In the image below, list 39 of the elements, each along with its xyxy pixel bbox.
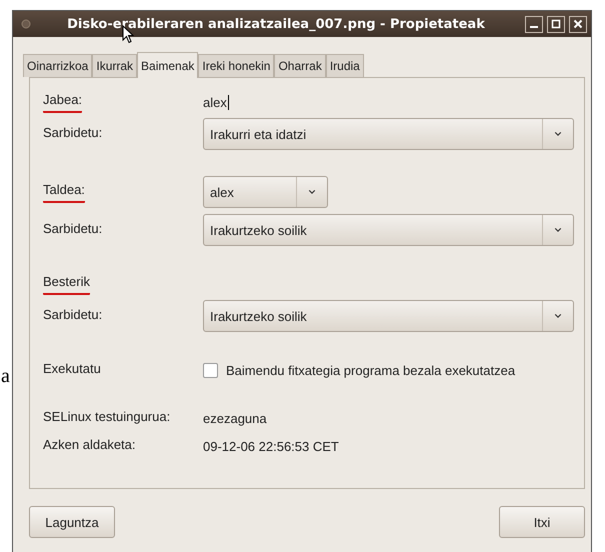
checkbox-label[interactable]: Baimendu fitxategia programa bezala exekutatzea: [226, 362, 516, 378]
dropdown[interactable]: alex: [203, 176, 328, 208]
chevron-down-icon: [553, 130, 563, 138]
dialog-button[interactable]: Itxi: [499, 506, 585, 538]
field-label: Sarbidetu:: [43, 306, 102, 324]
tab[interactable]: Oharrak: [274, 54, 326, 77]
window-maximize-button[interactable]: [547, 16, 565, 32]
chevron-down-icon: [553, 312, 563, 320]
field-label: Jabea:: [43, 92, 82, 112]
tab[interactable]: Baimenak: [137, 52, 198, 78]
field-label: Sarbidetu:: [43, 124, 102, 142]
field-label: Sarbidetu:: [43, 220, 102, 238]
chevron-down-icon: [553, 226, 563, 234]
field-value: alex: [203, 94, 230, 110]
window-title: Disko-erabileraren analizatzailea_007.png - Propietateak: [66, 16, 486, 32]
minimize-icon: [530, 26, 538, 28]
field-label: Taldea:: [43, 182, 85, 202]
window-minimize-button[interactable]: [525, 16, 543, 32]
tab[interactable]: Oinarrizkoa: [23, 54, 92, 77]
dropdown[interactable]: Irakurtzeko soilik: [203, 300, 574, 332]
window-menu-icon[interactable]: [21, 19, 31, 29]
field-label: Azken aldaketa:: [43, 436, 136, 454]
field-label: SELinux testuingurua:: [43, 408, 170, 426]
close-icon: [573, 19, 583, 29]
checkbox[interactable]: [203, 362, 218, 378]
chevron-down-icon: [307, 188, 317, 196]
window-close-button[interactable]: [569, 16, 587, 32]
field-value: 09-12-06 22:56:53 CET: [203, 438, 340, 454]
background-text: a: [1, 366, 10, 386]
field-value: ezezaguna: [203, 410, 268, 426]
dialog-button[interactable]: Laguntza: [29, 506, 115, 538]
tab[interactable]: Ireki honekin: [198, 54, 274, 77]
field-label: Exekutatu: [43, 360, 101, 378]
field-label: Besterik: [43, 274, 90, 294]
dropdown[interactable]: Irakurtzeko soilik: [203, 214, 574, 246]
tab[interactable]: Ikurrak: [92, 54, 138, 77]
tab[interactable]: Irudia: [326, 54, 364, 77]
dropdown[interactable]: Irakurri eta idatzi: [203, 118, 574, 150]
maximize-icon: [551, 19, 561, 29]
